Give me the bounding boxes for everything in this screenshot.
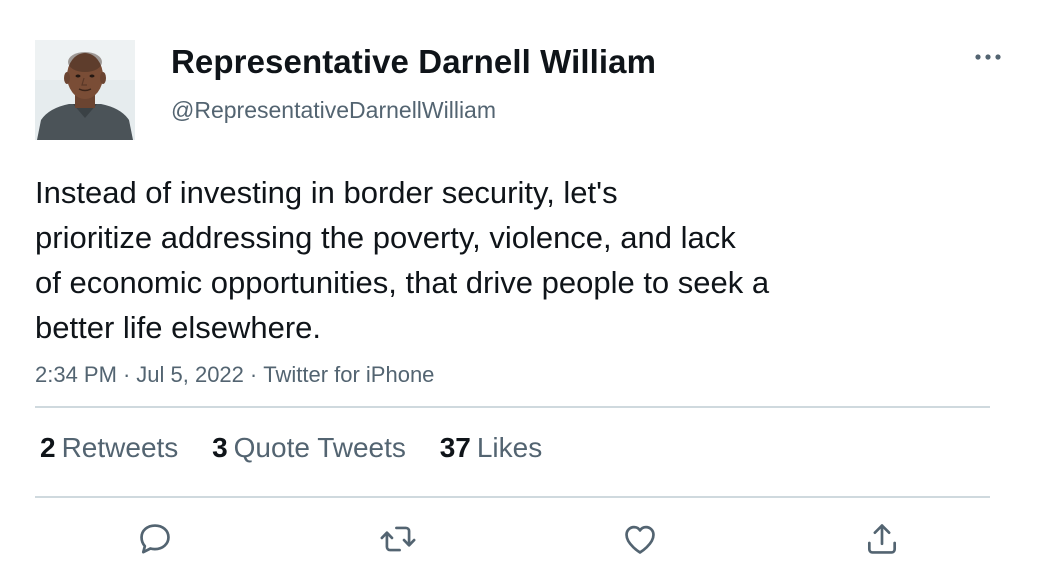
- tweet-metadata: 2:34 PM · Jul 5, 2022 · Twitter for iPhone: [35, 362, 434, 388]
- tweet-text-line: better life elsewhere.: [35, 310, 322, 345]
- reply-button[interactable]: [136, 520, 174, 558]
- divider: [35, 406, 990, 408]
- separator: ·: [122, 362, 131, 387]
- tweet-detail: Representative Darnell William @Represen…: [0, 0, 1050, 570]
- retweets-label: Retweets: [61, 432, 179, 463]
- avatar[interactable]: [35, 40, 135, 140]
- quote-tweets-label: Quote Tweets: [233, 432, 406, 463]
- share-button[interactable]: [863, 520, 901, 558]
- tweet-text-line: of economic opportunities, that drive pe…: [35, 265, 770, 300]
- likes-stat[interactable]: 37 Likes: [440, 432, 543, 464]
- tweet-text-line: prioritize addressing the poverty, viole…: [35, 220, 736, 255]
- reply-icon: [140, 524, 170, 554]
- like-button[interactable]: [621, 520, 659, 558]
- author-handle[interactable]: @RepresentativeDarnellWilliam: [171, 97, 496, 124]
- divider: [35, 496, 990, 498]
- separator: ·: [249, 362, 258, 387]
- engagement-stats: 2 Retweets 3 Quote Tweets 37 Likes: [40, 432, 568, 464]
- retweet-button[interactable]: [379, 520, 417, 558]
- likes-label: Likes: [476, 432, 543, 463]
- retweet-icon: [380, 526, 416, 552]
- heart-icon: [625, 525, 655, 554]
- tweet-source[interactable]: Twitter for iPhone: [263, 362, 434, 387]
- author-display-name[interactable]: Representative Darnell William: [171, 43, 656, 81]
- tweet-text: Instead of investing in border security,…: [35, 170, 915, 350]
- more-icon[interactable]: [972, 48, 1004, 66]
- quote-tweets-count: 3: [212, 432, 228, 463]
- retweets-count: 2: [40, 432, 56, 463]
- quote-tweets-stat[interactable]: 3 Quote Tweets: [212, 432, 406, 464]
- tweet-text-line: Instead of investing in border security,…: [35, 175, 618, 210]
- tweet-time[interactable]: 2:34 PM: [35, 362, 117, 387]
- likes-count: 37: [439, 432, 471, 463]
- retweets-stat[interactable]: 2 Retweets: [40, 432, 178, 464]
- tweet-date[interactable]: Jul 5, 2022: [136, 362, 244, 387]
- share-icon: [867, 524, 897, 554]
